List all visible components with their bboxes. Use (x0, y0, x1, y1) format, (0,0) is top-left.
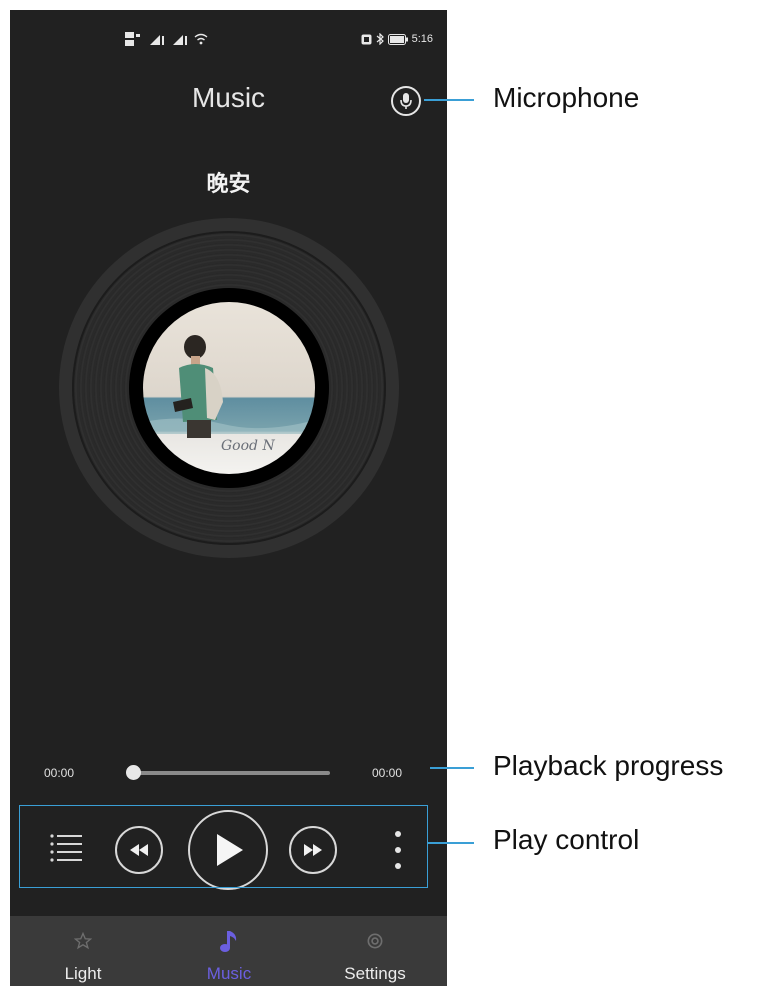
gear-icon (360, 926, 390, 956)
nfc-icon (361, 34, 372, 44)
microphone-callout: Microphone (493, 82, 640, 113)
tab-settings[interactable]: Settings (302, 916, 447, 986)
bluetooth-icon (376, 33, 384, 45)
star-icon (68, 926, 98, 956)
microphone-callout-line (424, 99, 474, 101)
status-time: 5:16 (411, 33, 433, 45)
tab-light[interactable]: Light (10, 916, 156, 986)
vinyl-record: Good N (59, 218, 399, 558)
microphone-button[interactable] (391, 86, 421, 116)
tab-label-music: Music (206, 964, 252, 983)
page-title: Music (191, 82, 266, 113)
battery-icon (387, 33, 408, 45)
album-art: Good N (143, 302, 315, 474)
song-title: 晚安 (206, 172, 251, 197)
sim-icon (125, 32, 140, 46)
status-bar-left (125, 32, 208, 46)
playback-progress-callout: Playback progress (493, 750, 724, 781)
play-control-callout-line (428, 842, 474, 844)
status-bar-right: 5:16 (361, 32, 433, 46)
tab-label-light: Light (64, 964, 102, 983)
signal-icon-2 (173, 35, 187, 45)
tab-label-settings: Settings (344, 964, 406, 983)
wifi-icon (194, 33, 208, 45)
playback-progress-callout-line (430, 767, 474, 769)
microphone-icon (400, 93, 412, 109)
progress-track[interactable] (132, 771, 330, 775)
total-time: 00:00 (372, 766, 403, 780)
music-note-icon (214, 926, 244, 956)
play-control-callout: Play control (493, 824, 640, 855)
tab-music[interactable]: Music (156, 916, 302, 986)
progress-thumb[interactable] (126, 765, 141, 780)
signal-icon (150, 35, 164, 45)
album-signature: Good N (221, 438, 275, 454)
play-control-highlight-box (19, 805, 428, 888)
current-time: 00:00 (44, 766, 75, 780)
album-art-image: Good N (143, 302, 315, 474)
bottom-tab-bar: Light Music Settings (10, 916, 447, 986)
